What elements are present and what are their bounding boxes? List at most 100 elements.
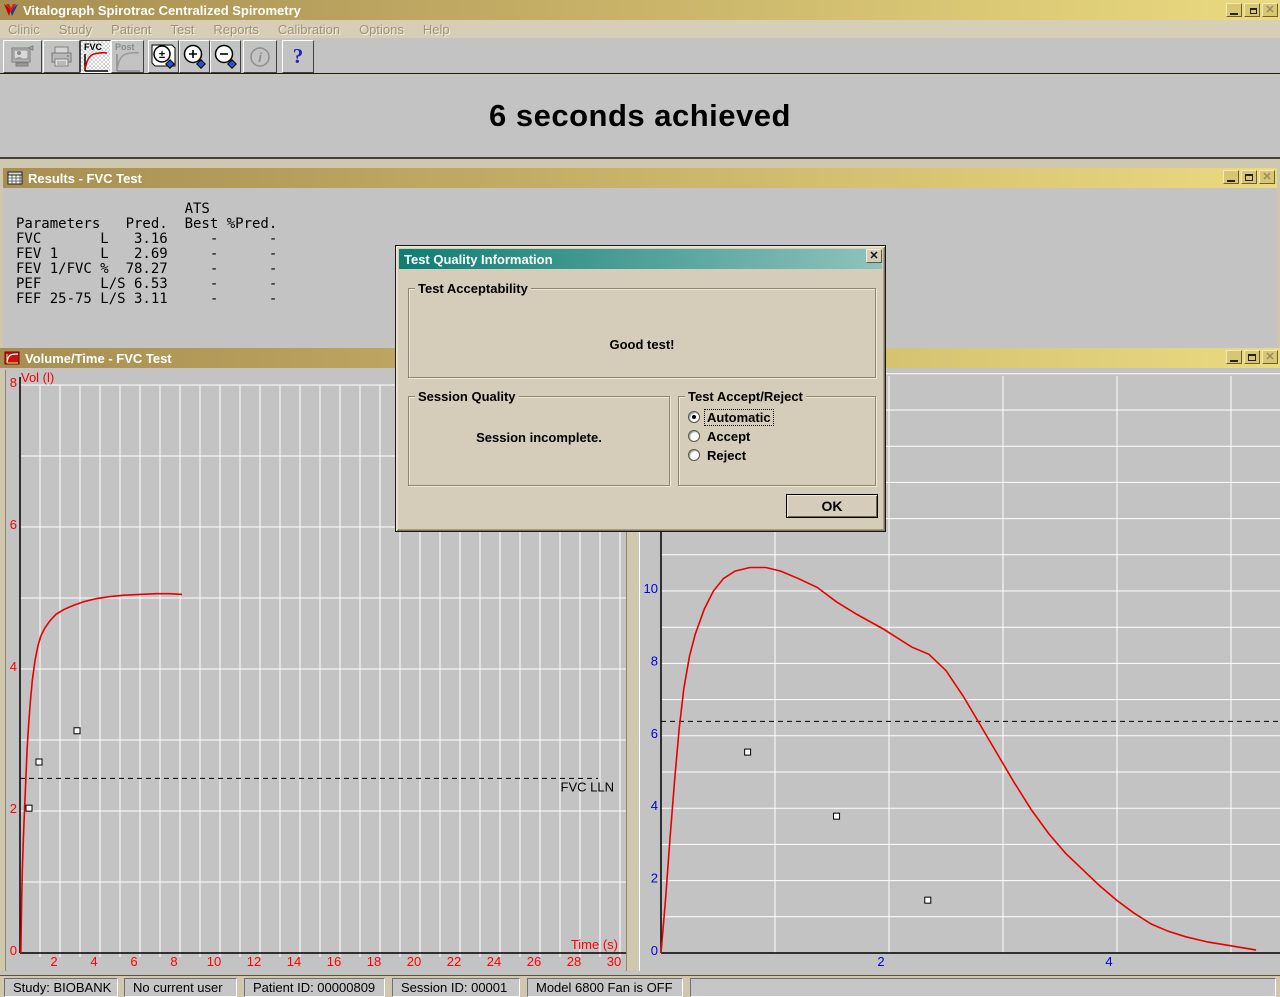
help-button[interactable]: ? <box>282 40 314 73</box>
svg-text:±: ± <box>159 49 165 61</box>
svg-text:2: 2 <box>877 954 884 969</box>
info-button[interactable]: i <box>243 40 277 73</box>
banner-text: 6 seconds achieved <box>489 98 791 134</box>
chart-minimize-button[interactable] <box>1226 350 1242 364</box>
restore-button[interactable] <box>1244 3 1260 17</box>
app-logo-icon <box>3 3 19 17</box>
radio-button-icon[interactable] <box>688 449 700 461</box>
printer-icon <box>49 45 75 69</box>
svg-text:4: 4 <box>1105 954 1112 969</box>
session-quality-group: Session Quality Session incomplete. <box>408 396 670 486</box>
volume_time-curve <box>21 594 182 953</box>
results-minimize-button[interactable] <box>1223 170 1239 184</box>
svg-text:2: 2 <box>50 954 57 969</box>
info-icon: i <box>248 45 272 69</box>
menu-bar: Clinic Study Patient Test Reports Calibration… <box>0 20 1280 38</box>
svg-text:16: 16 <box>327 954 341 969</box>
menu-item-test[interactable]: Test <box>171 22 195 37</box>
svg-text:2: 2 <box>651 871 658 886</box>
svg-text:6: 6 <box>130 954 137 969</box>
radio-button-icon[interactable] <box>688 430 700 442</box>
test-quality-dialog: Test Quality Information ✕ Test Acceptab… <box>395 245 886 532</box>
svg-text:8: 8 <box>170 954 177 969</box>
predicted-marker <box>36 759 42 765</box>
post-test-button[interactable]: Post <box>111 40 144 73</box>
close-button[interactable]: ✕ <box>1262 3 1278 17</box>
status-panel-3: Session ID: 00001 <box>392 978 520 997</box>
svg-text:20: 20 <box>407 954 421 969</box>
svg-text:26: 26 <box>527 954 541 969</box>
toolbar: FVC Post ± <box>0 38 1280 74</box>
question-mark-icon: ? <box>293 44 304 69</box>
predicted-marker <box>925 897 931 903</box>
svg-text:12: 12 <box>247 954 261 969</box>
dialog-titlebar: Test Quality Information <box>399 249 882 269</box>
svg-text:24: 24 <box>487 954 501 969</box>
menu-item-reports[interactable]: Reports <box>213 22 259 37</box>
chart-maximize-button[interactable] <box>1244 350 1260 364</box>
zoom-in-button[interactable] <box>179 40 210 73</box>
x-axis-label-time: Time (s) <box>571 937 618 952</box>
predicted-marker <box>74 728 80 734</box>
menu-item-study[interactable]: Study <box>59 22 92 37</box>
radio-option-accept[interactable]: Accept <box>688 428 752 444</box>
radio-option-automatic[interactable]: Automatic <box>688 409 773 425</box>
magnifier-minus-icon <box>212 43 239 71</box>
y-axis-label-vol: Vol (l) <box>21 370 54 385</box>
menu-item-help[interactable]: Help <box>423 22 450 37</box>
svg-text:4: 4 <box>651 798 658 813</box>
svg-text:6: 6 <box>651 726 658 741</box>
patient-test-button[interactable] <box>3 40 42 73</box>
main-titlebar: Vitalograph Spirotrac Centralized Spirom… <box>0 0 1280 20</box>
svg-text:18: 18 <box>367 954 381 969</box>
magnifier-plus-icon <box>181 43 208 71</box>
status-panel-1: No current user <box>124 978 237 997</box>
test-accept-reject-label: Test Accept/Reject <box>685 389 806 404</box>
session-quality-message: Session incomplete. <box>409 430 669 445</box>
results-maximize-button[interactable] <box>1241 170 1257 184</box>
menu-item-calibration[interactable]: Calibration <box>278 22 340 37</box>
radio-option-reject[interactable]: Reject <box>688 447 748 463</box>
radio-label: Automatic <box>705 410 773 425</box>
results-table: ATS Parameters Pred. Best %Pred. FVC L 3… <box>16 202 277 307</box>
zoom-out-button[interactable] <box>210 40 241 73</box>
svg-text:4: 4 <box>10 659 17 674</box>
volume-time-window-title: Volume/Time - FVC Test <box>25 351 172 366</box>
print-button[interactable] <box>43 40 80 73</box>
banner-panel: 6 seconds achieved <box>0 75 1280 159</box>
fvc-test-button[interactable]: FVC <box>80 40 111 73</box>
magnifier-plus-minus-icon: ± <box>150 43 177 71</box>
status-panel-0: Study: BIOBANK <box>4 978 118 997</box>
svg-text:0: 0 <box>10 943 17 958</box>
svg-text:28: 28 <box>567 954 581 969</box>
predicted-marker <box>26 805 32 811</box>
chart-close-button[interactable]: ✕ <box>1262 350 1278 364</box>
test-acceptability-message: Good test! <box>409 337 875 352</box>
svg-text:22: 22 <box>447 954 461 969</box>
radio-label: Accept <box>705 429 752 444</box>
zoom-reset-button[interactable]: ± <box>148 40 179 73</box>
results-titlebar: Results - FVC Test ✕ <box>3 168 1277 188</box>
status-panel-2: Patient ID: 00000809 <box>244 978 385 997</box>
dialog-close-icon[interactable]: ✕ <box>866 249 882 263</box>
svg-text:10: 10 <box>207 954 221 969</box>
predicted-marker <box>834 813 840 819</box>
post-button-label: Post <box>115 42 135 52</box>
test-acceptability-label: Test Acceptability <box>415 281 531 296</box>
svg-text:30: 30 <box>607 954 621 969</box>
svg-text:4: 4 <box>90 954 97 969</box>
ok-button[interactable]: OK <box>786 494 878 518</box>
radio-button-icon[interactable] <box>688 411 700 423</box>
results-table-icon <box>7 171 23 185</box>
minimize-button[interactable] <box>1226 3 1242 17</box>
menu-item-clinic[interactable]: Clinic <box>8 22 40 37</box>
menu-item-patient[interactable]: Patient <box>111 22 151 37</box>
svg-text:i: i <box>258 50 262 65</box>
results-close-button[interactable]: ✕ <box>1259 170 1275 184</box>
predicted-marker <box>745 749 751 755</box>
svg-text:10: 10 <box>644 581 658 596</box>
radio-label: Reject <box>705 448 748 463</box>
dialog-title: Test Quality Information <box>404 252 553 267</box>
menu-item-options[interactable]: Options <box>359 22 404 37</box>
status-bar: Study: BIOBANK No current user Patient ID:… <box>0 975 1280 997</box>
